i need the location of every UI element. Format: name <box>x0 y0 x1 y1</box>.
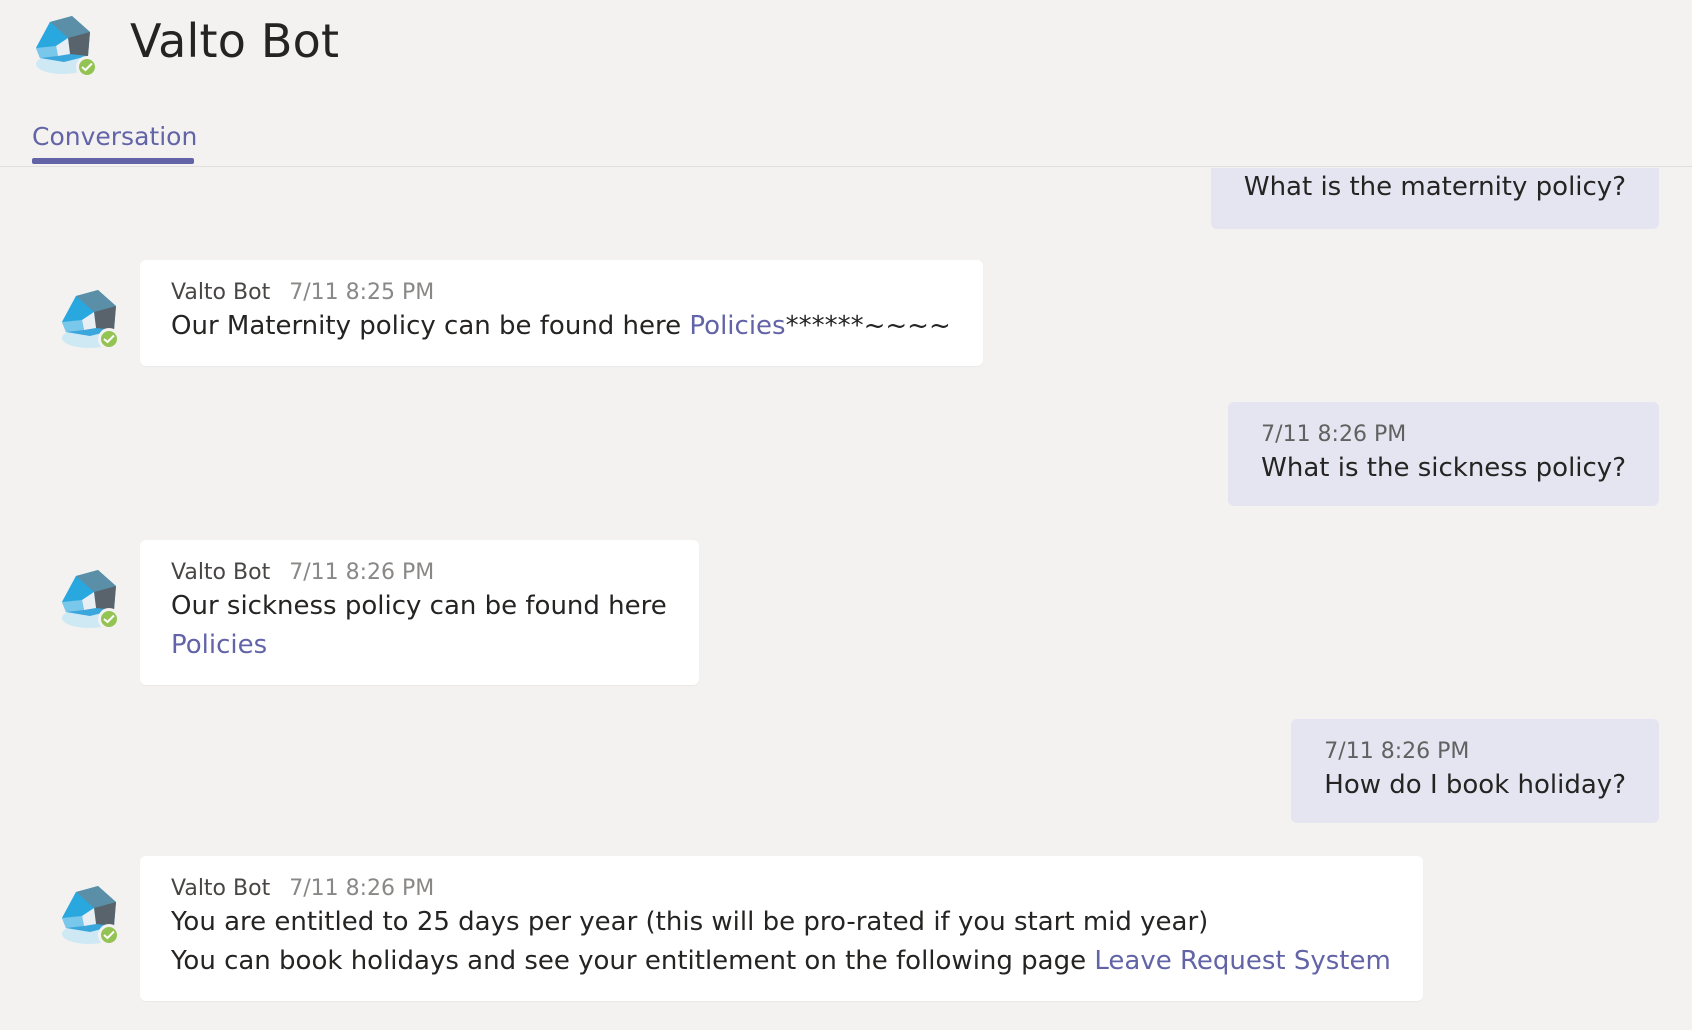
bot-message: Valto Bot 7/11 8:26 PM Our sickness polic… <box>140 540 699 685</box>
message-timestamp: 7/11 8:26 PM <box>1261 422 1407 447</box>
bot-avatar <box>28 12 98 78</box>
page-title: Valto Bot <box>130 14 340 68</box>
tab-active-indicator <box>32 158 194 164</box>
presence-available-icon <box>76 56 98 78</box>
leave-request-system-link[interactable]: Leave Request System <box>1094 946 1390 976</box>
presence-available-icon <box>98 328 120 350</box>
presence-available-icon <box>98 608 120 630</box>
message-link-line: Policies <box>171 626 667 665</box>
message-meta: 7/11 8:26 PM <box>1324 738 1626 766</box>
message-text-part: ******~~~~ <box>785 311 951 341</box>
message-text-part: Our Maternity policy can be found here <box>171 311 690 341</box>
message-timestamp: 7/11 8:26 PM <box>289 560 435 585</box>
message-meta: Valto Bot 7/11 8:26 PM <box>171 559 667 587</box>
policies-link[interactable]: Policies <box>689 311 785 341</box>
bot-avatar[interactable] <box>54 566 124 632</box>
header: Valto Bot Conversation <box>0 0 1692 167</box>
user-message: 7/11 8:26 PM How do I book holiday? <box>1291 719 1659 823</box>
message-meta: Valto Bot 7/11 8:26 PM <box>171 875 1391 903</box>
message-text: Our Maternity policy can be found here P… <box>171 307 951 346</box>
tab-conversation[interactable]: Conversation <box>32 122 197 151</box>
bot-avatar[interactable] <box>54 882 124 948</box>
message-text-part: You can book holidays and see your entit… <box>171 946 1095 976</box>
message-text: You can book holidays and see your entit… <box>171 942 1391 981</box>
message-meta: Valto Bot 7/11 8:25 PM <box>171 279 951 307</box>
message-text: Our sickness policy can be found here <box>171 591 667 621</box>
bot-message: Valto Bot 7/11 8:25 PM Our Maternity poli… <box>140 260 983 366</box>
message-meta: 7/11 8:26 PM <box>1261 421 1626 449</box>
conversation-feed[interactable]: What is the maternity policy? Valto Bot 7… <box>0 168 1692 1030</box>
sender-name: Valto Bot <box>171 280 271 305</box>
sender-name: Valto Bot <box>171 876 271 901</box>
user-message: What is the maternity policy? <box>1210 168 1659 229</box>
bot-message: Valto Bot 7/11 8:26 PM You are entitled t… <box>140 856 1423 1001</box>
message-timestamp: 7/11 8:26 PM <box>1324 739 1470 764</box>
sender-name: Valto Bot <box>171 560 271 585</box>
message-text: You are entitled to 25 days per year (th… <box>171 907 1209 937</box>
bot-avatar[interactable] <box>54 286 124 352</box>
policies-link[interactable]: Policies <box>171 630 267 660</box>
message-text: What is the sickness policy? <box>1261 453 1626 483</box>
message-timestamp: 7/11 8:26 PM <box>289 876 435 901</box>
message-text: What is the maternity policy? <box>1243 172 1626 202</box>
user-message: 7/11 8:26 PM What is the sickness policy… <box>1228 402 1659 506</box>
message-timestamp: 7/11 8:25 PM <box>289 280 435 305</box>
message-text: How do I book holiday? <box>1324 770 1626 800</box>
presence-available-icon <box>98 924 120 946</box>
